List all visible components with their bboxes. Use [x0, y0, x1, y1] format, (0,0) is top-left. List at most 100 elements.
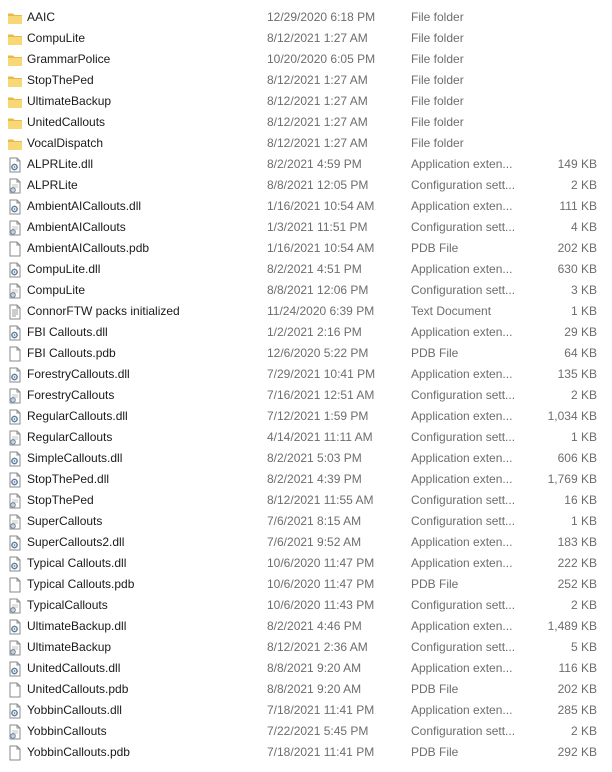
list-item[interactable]: Typical Callouts.pdb 10/6/2020 11:47 PM …: [0, 574, 612, 595]
list-item[interactable]: StopThePed 8/12/2021 11:55 AM Configurat…: [0, 490, 612, 511]
file-size: 1,769 KB: [547, 472, 597, 486]
file-size: 149 KB: [557, 157, 597, 171]
file-name: VocalDispatch: [27, 136, 104, 150]
file-date-modified: 8/12/2021 1:27 AM: [267, 31, 368, 45]
file-date-modified: 10/6/2020 11:47 PM: [267, 577, 375, 591]
file-type: PDB File: [411, 346, 459, 360]
list-item[interactable]: ForestryCallouts 7/16/2021 12:51 AM Conf…: [0, 385, 612, 406]
file-name: UltimateBackup: [27, 94, 112, 108]
file-type: PDB File: [411, 745, 459, 759]
file-type: Configuration sett...: [411, 388, 516, 402]
file-name: UnitedCallouts.dll: [27, 661, 121, 675]
file-size: 2 KB: [570, 178, 597, 192]
list-item[interactable]: YobbinCallouts.pdb 7/18/2021 11:41 PM PD…: [0, 742, 612, 763]
list-item[interactable]: FBI Callouts.pdb 12/6/2020 5:22 PM PDB F…: [0, 343, 612, 364]
file-size: 1 KB: [570, 304, 597, 318]
list-item[interactable]: AmbientAICallouts.pdb 1/16/2021 10:54 AM…: [0, 238, 612, 259]
file-name: StopThePed: [27, 73, 94, 87]
file-date-modified: 8/12/2021 1:27 AM: [267, 73, 368, 87]
file-name: GrammarPolice: [27, 52, 111, 66]
list-item[interactable]: AmbientAICallouts 1/3/2021 11:51 PM Conf…: [0, 217, 612, 238]
file-name: RegularCallouts.dll: [27, 409, 128, 423]
list-item[interactable]: UltimateBackup.dll 8/2/2021 4:46 PM Appl…: [0, 616, 612, 637]
list-item[interactable]: CompuLite 8/8/2021 12:06 PM Configuratio…: [0, 280, 612, 301]
list-item[interactable]: TypicalCallouts 10/6/2020 11:43 PM Confi…: [0, 595, 612, 616]
list-item[interactable]: ALPRLite 8/8/2021 12:05 PM Configuration…: [0, 175, 612, 196]
file-size: 64 KB: [564, 346, 597, 360]
list-item[interactable]: GrammarPolice 10/20/2020 6:05 PM File fo…: [0, 49, 612, 70]
folder-icon: [7, 94, 23, 110]
file-date-modified: 7/6/2021 9:52 AM: [267, 535, 362, 549]
file-type: Application exten...: [411, 325, 513, 339]
dll-icon: [7, 262, 23, 278]
list-item[interactable]: YobbinCallouts 7/22/2021 5:45 PM Configu…: [0, 721, 612, 742]
file-name: FBI Callouts.dll: [27, 325, 108, 339]
list-item[interactable]: YobbinCallouts.dll 7/18/2021 11:41 PM Ap…: [0, 700, 612, 721]
dll-icon: [7, 472, 23, 488]
list-item[interactable]: AAIC 12/29/2020 6:18 PM File folder: [0, 7, 612, 28]
file-size: 1,489 KB: [547, 619, 597, 633]
list-item[interactable]: ForestryCallouts.dll 7/29/2021 10:41 PM …: [0, 364, 612, 385]
dll-icon: [7, 409, 23, 425]
file-type: Application exten...: [411, 703, 513, 717]
list-item[interactable]: StopThePed.dll 8/2/2021 4:39 PM Applicat…: [0, 469, 612, 490]
file-date-modified: 1/2/2021 2:16 PM: [267, 325, 362, 339]
dll-icon: [7, 703, 23, 719]
file-type: File folder: [411, 115, 464, 129]
file-icon: [7, 241, 23, 257]
list-item[interactable]: VocalDispatch 8/12/2021 1:27 AM File fol…: [0, 133, 612, 154]
list-item[interactable]: SuperCallouts 7/6/2021 8:15 AM Configura…: [0, 511, 612, 532]
config-icon: [7, 514, 23, 530]
file-date-modified: 4/14/2021 11:11 AM: [267, 430, 373, 444]
file-date-modified: 7/18/2021 11:41 PM: [267, 703, 375, 717]
file-size: 1,034 KB: [547, 409, 597, 423]
file-date-modified: 10/6/2020 11:43 PM: [267, 598, 375, 612]
file-size: 3 KB: [570, 283, 597, 297]
list-item[interactable]: ALPRLite.dll 8/2/2021 4:59 PM Applicatio…: [0, 154, 612, 175]
file-name: ConnorFTW packs initialized: [27, 304, 180, 318]
file-type: Configuration sett...: [411, 178, 516, 192]
list-item[interactable]: Typical Callouts.dll 10/6/2020 11:47 PM …: [0, 553, 612, 574]
file-size: 5 KB: [570, 640, 597, 654]
file-size: 222 KB: [557, 556, 597, 570]
file-name: UnitedCallouts: [27, 115, 106, 129]
list-item[interactable]: UnitedCallouts.dll 8/8/2021 9:20 AM Appl…: [0, 658, 612, 679]
list-item[interactable]: AmbientAICallouts.dll 1/16/2021 10:54 AM…: [0, 196, 612, 217]
list-item[interactable]: RegularCallouts 4/14/2021 11:11 AM Confi…: [0, 427, 612, 448]
file-date-modified: 8/8/2021 12:05 PM: [267, 178, 369, 192]
file-name: YobbinCallouts.pdb: [27, 745, 130, 759]
list-item[interactable]: UltimateBackup 8/12/2021 2:36 AM Configu…: [0, 637, 612, 658]
list-item[interactable]: RegularCallouts.dll 7/12/2021 1:59 PM Ap…: [0, 406, 612, 427]
file-type: File folder: [411, 10, 464, 24]
list-item[interactable]: UnitedCallouts 8/12/2021 1:27 AM File fo…: [0, 112, 612, 133]
file-type: Text Document: [411, 304, 492, 318]
file-type: Application exten...: [411, 661, 513, 675]
file-size: 2 KB: [570, 724, 597, 738]
file-type: File folder: [411, 136, 464, 150]
file-name: CompuLite: [27, 283, 86, 297]
list-item[interactable]: StopThePed 8/12/2021 1:27 AM File folder: [0, 70, 612, 91]
file-date-modified: 12/6/2020 5:22 PM: [267, 346, 369, 360]
list-item[interactable]: ConnorFTW packs initialized 11/24/2020 6…: [0, 301, 612, 322]
file-date-modified: 8/12/2021 1:27 AM: [267, 115, 368, 129]
file-date-modified: 8/12/2021 11:55 AM: [267, 493, 374, 507]
file-type: Application exten...: [411, 472, 513, 486]
file-size: 606 KB: [557, 451, 597, 465]
file-size: 630 KB: [557, 262, 597, 276]
list-item[interactable]: UltimateBackup 8/12/2021 1:27 AM File fo…: [0, 91, 612, 112]
file-type: PDB File: [411, 241, 459, 255]
list-item[interactable]: SimpleCallouts.dll 8/2/2021 5:03 PM Appl…: [0, 448, 612, 469]
file-icon: [7, 346, 23, 362]
list-item[interactable]: CompuLite.dll 8/2/2021 4:51 PM Applicati…: [0, 259, 612, 280]
file-size: 202 KB: [557, 682, 597, 696]
file-type: Configuration sett...: [411, 598, 516, 612]
text-document-icon: [7, 304, 23, 320]
file-icon: [7, 745, 23, 761]
file-date-modified: 10/6/2020 11:47 PM: [267, 556, 375, 570]
list-item[interactable]: FBI Callouts.dll 1/2/2021 2:16 PM Applic…: [0, 322, 612, 343]
file-size: 29 KB: [564, 325, 597, 339]
file-name: CompuLite: [27, 31, 86, 45]
list-item[interactable]: SuperCallouts2.dll 7/6/2021 9:52 AM Appl…: [0, 532, 612, 553]
list-item[interactable]: UnitedCallouts.pdb 8/8/2021 9:20 AM PDB …: [0, 679, 612, 700]
list-item[interactable]: CompuLite 8/12/2021 1:27 AM File folder: [0, 28, 612, 49]
